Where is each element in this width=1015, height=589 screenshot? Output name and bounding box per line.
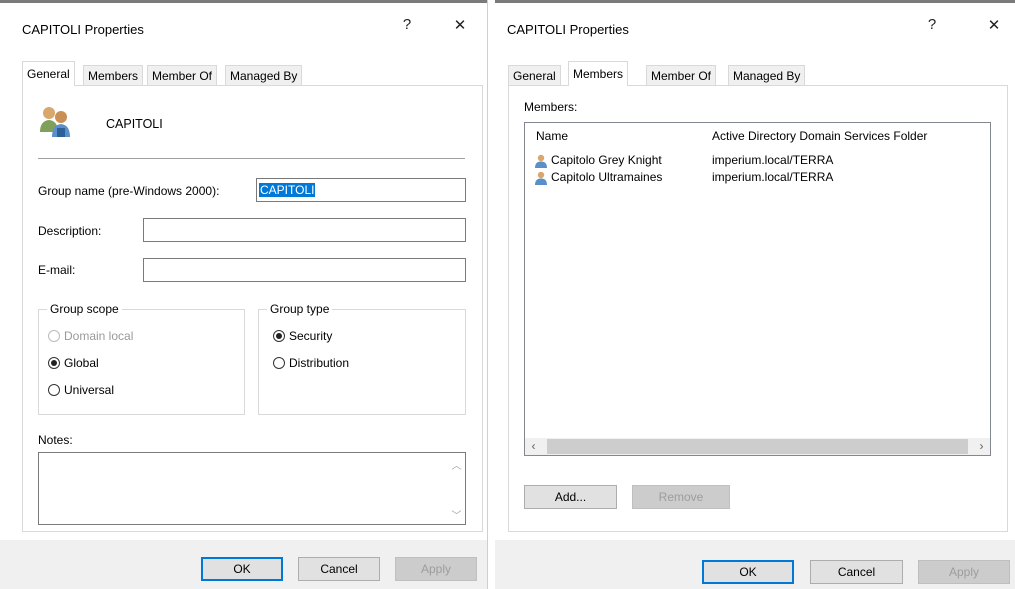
scroll-down-icon[interactable]: ﹀ (448, 507, 465, 522)
member-folder-cell: imperium.local/TERRA (712, 153, 834, 167)
type-security-radio[interactable]: Security (273, 329, 332, 343)
radio-global-icon[interactable] (48, 357, 60, 369)
tab-general[interactable]: General (22, 61, 75, 86)
group-name-input[interactable]: CAPITOLI (256, 178, 466, 202)
window-top-border (0, 0, 487, 3)
add-button[interactable]: Add... (524, 485, 617, 509)
user-icon (534, 154, 548, 168)
notes-textarea[interactable]: ︿ ﹀ (38, 452, 466, 525)
scope-domain-local-radio: Domain local (48, 329, 133, 343)
horizontal-scrollbar[interactable]: ‹ › (525, 438, 990, 455)
column-name-header[interactable]: Name (536, 129, 568, 143)
apply-button[interactable]: Apply (395, 557, 477, 581)
tab-member-of[interactable]: Member Of (147, 65, 218, 86)
member-name-cell: Capitolo Ultramaines (534, 170, 662, 185)
tab-members[interactable]: Members (83, 65, 144, 86)
group-type-legend: Group type (267, 302, 333, 316)
radio-security-icon[interactable] (273, 330, 285, 342)
tab-managed-by[interactable]: Managed By (225, 65, 303, 86)
scope-universal-radio[interactable]: Universal (48, 383, 114, 397)
close-button[interactable]: ✕ (448, 16, 472, 34)
tab-member-of[interactable]: Member Of (646, 65, 717, 86)
scope-global-radio[interactable]: Global (48, 356, 99, 370)
members-list[interactable]: Name Active Directory Domain Services Fo… (524, 122, 991, 456)
button-bar: OK Cancel Apply (0, 540, 487, 589)
group-icon (37, 104, 73, 138)
user-icon (534, 171, 548, 185)
member-folder-cell: imperium.local/TERRA (712, 170, 834, 184)
window-title: CAPITOLI Properties (507, 22, 629, 37)
ok-button[interactable]: OK (201, 557, 283, 581)
scroll-right-icon[interactable]: › (973, 438, 990, 455)
email-label: E-mail: (38, 263, 76, 277)
group-scope-legend: Group scope (47, 302, 122, 316)
notes-label: Notes: (38, 433, 73, 447)
help-button[interactable]: ? (920, 16, 944, 33)
type-distribution-label: Distribution (289, 356, 350, 370)
window-title: CAPITOLI Properties (22, 22, 144, 37)
group-type-box: Group type Security Distribution (258, 302, 466, 415)
window-top-border (495, 0, 1015, 3)
type-distribution-radio[interactable]: Distribution (273, 356, 349, 370)
member-name-cell: Capitolo Grey Knight (534, 153, 662, 168)
scroll-up-icon[interactable]: ︿ (448, 457, 465, 472)
group-display-name: CAPITOLI (106, 117, 163, 131)
scope-domain-local-label: Domain local (64, 329, 134, 343)
dialog-divider (487, 0, 495, 589)
table-row[interactable]: Capitolo Ultramaines imperium.local/TERR… (525, 170, 990, 187)
help-button[interactable]: ? (395, 16, 419, 33)
tab-general[interactable]: General (508, 65, 561, 86)
group-scope-box: Group scope Domain local Global Universa… (38, 302, 245, 415)
separator (38, 158, 465, 159)
members-properties-dialog: CAPITOLI Properties ? ✕ General Members … (495, 0, 1015, 589)
scroll-left-icon[interactable]: ‹ (525, 438, 542, 455)
table-row[interactable]: Capitolo Grey Knight imperium.local/TERR… (525, 153, 990, 170)
general-tab-panel: CAPITOLI Group name (pre-Windows 2000): … (22, 85, 483, 532)
group-name-value: CAPITOLI (259, 183, 316, 197)
cancel-button[interactable]: Cancel (298, 557, 380, 581)
button-bar: OK Cancel Apply (495, 540, 1015, 589)
description-input[interactable] (143, 218, 466, 242)
radio-universal-icon[interactable] (48, 384, 60, 396)
tab-managed-by[interactable]: Managed By (728, 65, 806, 86)
radio-domain-local-icon (48, 330, 60, 342)
apply-button[interactable]: Apply (918, 560, 1010, 584)
general-properties-dialog: CAPITOLI Properties ? ✕ General Members … (0, 0, 487, 589)
ok-button[interactable]: OK (702, 560, 794, 584)
description-label: Description: (38, 224, 102, 238)
tab-members[interactable]: Members (568, 61, 629, 86)
notes-scrollbar[interactable]: ︿ ﹀ (448, 453, 465, 524)
group-name-label: Group name (pre-Windows 2000): (38, 184, 220, 198)
close-button[interactable]: ✕ (982, 16, 1006, 34)
remove-button[interactable]: Remove (632, 485, 730, 509)
type-security-label: Security (289, 329, 333, 343)
scope-universal-label: Universal (64, 383, 115, 397)
scope-global-label: Global (64, 356, 99, 370)
member-name: Capitolo Ultramaines (551, 170, 663, 184)
column-folder-header[interactable]: Active Directory Domain Services Folder (712, 129, 927, 143)
member-name: Capitolo Grey Knight (551, 153, 662, 167)
radio-distribution-icon[interactable] (273, 357, 285, 369)
members-tab-panel: Members: Name Active Directory Domain Se… (508, 85, 1008, 532)
email-input[interactable] (143, 258, 466, 282)
cancel-button[interactable]: Cancel (810, 560, 903, 584)
members-label: Members: (524, 100, 578, 114)
scrollbar-thumb[interactable] (547, 439, 968, 454)
